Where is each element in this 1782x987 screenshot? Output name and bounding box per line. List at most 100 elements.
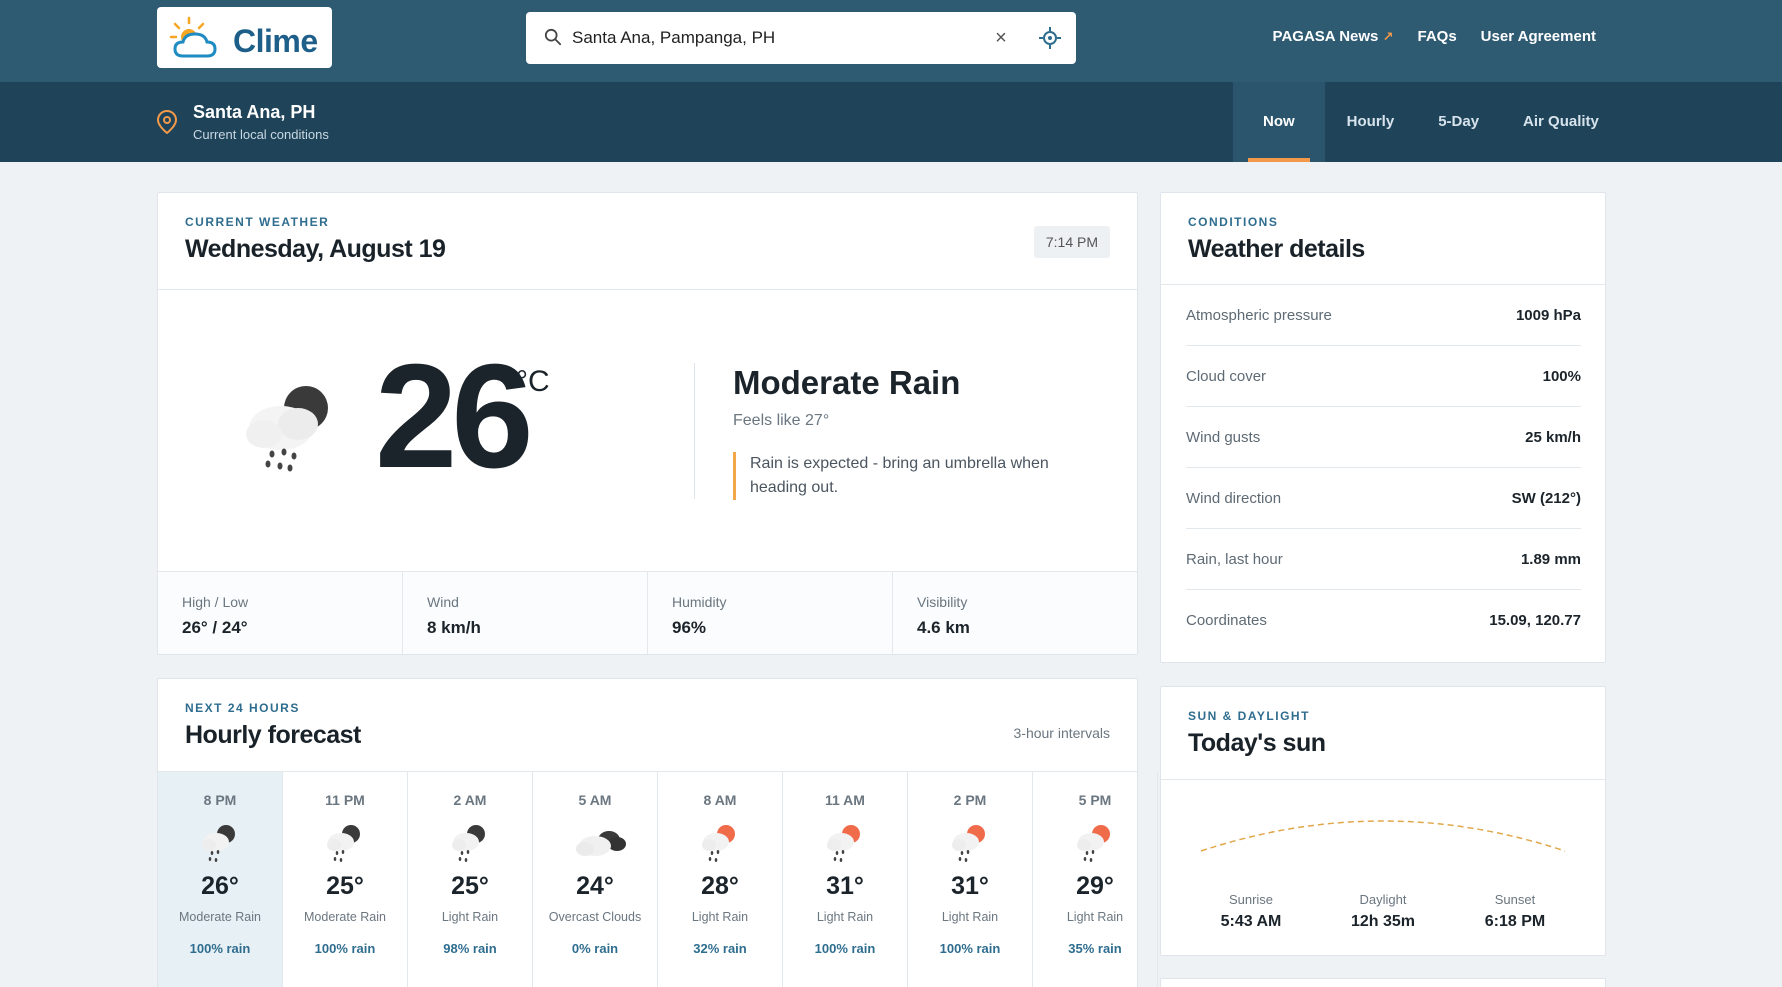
temperature-unit: °C xyxy=(516,365,550,398)
tab-5-day[interactable]: 5-Day xyxy=(1416,82,1501,162)
current-temperature: 26 xyxy=(375,334,534,499)
hourly-eyebrow: Next 24 hours xyxy=(185,701,300,715)
overcast-clouds-icon xyxy=(573,820,626,864)
locate-me-icon[interactable] xyxy=(1038,26,1062,50)
hour-condition: Light Rain xyxy=(691,910,749,924)
detail-label: Wind direction xyxy=(1186,489,1282,507)
hour-condition: Light Rain xyxy=(1066,910,1124,924)
hour-column[interactable]: 2 AM 25° Light Rain 98% rain xyxy=(408,772,533,987)
feels-like: Feels like 27° xyxy=(733,412,830,429)
hour-temperature: 25° xyxy=(451,872,489,900)
sunset: Sunset 6:18 PM xyxy=(1455,892,1575,931)
hour-column[interactable]: 5 AM 24° Overcast Clouds 0% rain xyxy=(533,772,658,987)
sun-arc xyxy=(1200,820,1566,852)
hour-rain-chance: 100% rain xyxy=(189,941,251,956)
stat-high-low: High / Low 26° / 24° xyxy=(158,572,403,654)
stat-wind: Wind 8 km/h xyxy=(403,572,648,654)
location-subtitle: Current local conditions xyxy=(193,127,329,142)
hour-temperature: 25° xyxy=(326,872,364,900)
location-name: Santa Ana, PH xyxy=(193,102,316,122)
map-pin-icon xyxy=(157,110,177,134)
hour-column[interactable]: 5 PM 29° Light Rain 35% rain xyxy=(1033,772,1158,987)
tab-air-quality[interactable]: Air Quality xyxy=(1501,82,1621,162)
detail-value: 100% xyxy=(1542,367,1581,385)
pagasa-news-link[interactable]: PAGASA News ↗ xyxy=(1273,28,1394,45)
stat-value: 4.6 km xyxy=(917,618,970,637)
detail-row-cloud-cover: Cloud cover 100% xyxy=(1186,346,1581,407)
hour-rain-chance: 98% rain xyxy=(443,941,497,956)
detail-value: 1.89 mm xyxy=(1520,550,1581,568)
hour-column[interactable]: 2 PM 31° Light Rain 100% rain xyxy=(908,772,1033,987)
current-condition: Moderate Rain xyxy=(733,364,961,401)
sun-cloud-logo-icon xyxy=(169,16,217,58)
hourly-interval: 3-hour intervals xyxy=(1013,725,1111,741)
hour-column[interactable]: 8 AM 28° Light Rain 32% rain xyxy=(658,772,783,987)
hourly-title: Hourly forecast xyxy=(185,721,361,749)
hour-rain-chance: 35% rain xyxy=(1068,941,1122,956)
hour-condition: Light Rain xyxy=(441,910,499,924)
faqs-link[interactable]: FAQs xyxy=(1417,28,1456,45)
tab-now[interactable]: Now xyxy=(1233,82,1325,162)
current-weather-card: Current weather Wednesday, August 19 7:1… xyxy=(157,192,1138,655)
tab-hourly[interactable]: Hourly xyxy=(1325,82,1417,162)
current-weather-eyebrow: Current weather xyxy=(185,215,330,229)
detail-row-wind-direction: Wind direction SW (212°) xyxy=(1186,468,1581,529)
stat-label: Visibility xyxy=(917,594,968,610)
detail-row-coordinates: Coordinates 15.09, 120.77 xyxy=(1186,590,1581,651)
hour-condition: Light Rain xyxy=(941,910,999,924)
hour-temperature: 29° xyxy=(1076,872,1114,900)
sunrise-time: 5:43 AM xyxy=(1220,913,1282,930)
daylight: Daylight 12h 35m xyxy=(1323,892,1443,931)
stat-label: Wind xyxy=(427,594,459,610)
hourly-list: 8 PM 26° Moderate Rain 100% rain 11 PM 25° Mod… xyxy=(158,772,1158,987)
detail-row-rain-last-hour: Rain, last hour 1.89 mm xyxy=(1186,529,1581,590)
hour-time: 2 AM xyxy=(453,792,487,808)
sunset-time: 6:18 PM xyxy=(1484,913,1546,930)
details-rows: Atmospheric pressure 1009 hPa Cloud cover… xyxy=(1186,285,1581,651)
hour-time: 11 AM xyxy=(825,792,865,808)
hour-rain-chance: 100% rain xyxy=(814,941,876,956)
sun-daylight-card: Sun & daylight Today's sun Sunrise 5:43 … xyxy=(1160,686,1606,956)
location-search: × xyxy=(526,12,1076,64)
hour-temperature: 31° xyxy=(951,872,989,900)
stat-label: Humidity xyxy=(672,594,727,610)
details-header: Conditions Weather details xyxy=(1161,193,1605,285)
search-input[interactable] xyxy=(572,22,992,54)
current-date: Wednesday, August 19 xyxy=(185,235,446,263)
daylight-label: Daylight xyxy=(1359,892,1407,907)
hour-time: 2 PM xyxy=(953,792,987,808)
hour-time: 8 AM xyxy=(703,792,737,808)
hour-time: 5 PM xyxy=(1078,792,1112,808)
detail-value: SW (212°) xyxy=(1511,489,1581,507)
hour-time: 11 PM xyxy=(325,792,365,808)
hour-column[interactable]: 11 AM 31° Light Rain 100% rain xyxy=(783,772,908,987)
divider xyxy=(694,363,695,499)
clime-logo[interactable]: Clime xyxy=(157,7,332,68)
stat-value: 96% xyxy=(672,618,707,637)
user-agreement-link[interactable]: User Agreement xyxy=(1481,28,1596,45)
clear-search-button[interactable]: × xyxy=(988,25,1014,51)
rain-night-icon xyxy=(448,820,492,864)
rain-day-icon xyxy=(948,820,992,864)
hour-column[interactable]: 8 PM 26° Moderate Rain 100% rain xyxy=(158,772,283,987)
current-time-badge: 7:14 PM xyxy=(1033,226,1110,258)
current-stats: High / Low 26° / 24° Wind 8 km/h Humidit… xyxy=(158,571,1137,654)
daylight-duration: 12h 35m xyxy=(1350,913,1416,930)
hour-temperature: 26° xyxy=(201,872,239,900)
hour-column[interactable]: 11 PM 25° Moderate Rain 100% rain xyxy=(283,772,408,987)
search-icon xyxy=(544,28,562,46)
detail-label: Coordinates xyxy=(1186,612,1267,629)
stat-value: 26° / 24° xyxy=(182,618,248,637)
detail-value: 1009 hPa xyxy=(1515,306,1581,324)
rain-night-icon xyxy=(323,820,367,864)
hour-rain-chance: 0% rain xyxy=(571,941,619,956)
brand-name: Clime xyxy=(233,23,318,59)
hour-rain-chance: 100% rain xyxy=(939,941,1001,956)
current-weather-header: Current weather Wednesday, August 19 7:1… xyxy=(158,193,1137,290)
view-tabs: Now Hourly 5-Day Air Quality xyxy=(1233,82,1621,162)
hourly-forecast-card: Next 24 hours Hourly forecast 3-hour int… xyxy=(157,678,1158,987)
weather-details-card: Conditions Weather details Atmospheric p… xyxy=(1160,192,1606,663)
location-bar: Santa Ana, PH Current local conditions N… xyxy=(0,82,1782,162)
hour-rain-chance: 32% rain xyxy=(693,941,747,956)
detail-label: Rain, last hour xyxy=(1186,550,1283,568)
